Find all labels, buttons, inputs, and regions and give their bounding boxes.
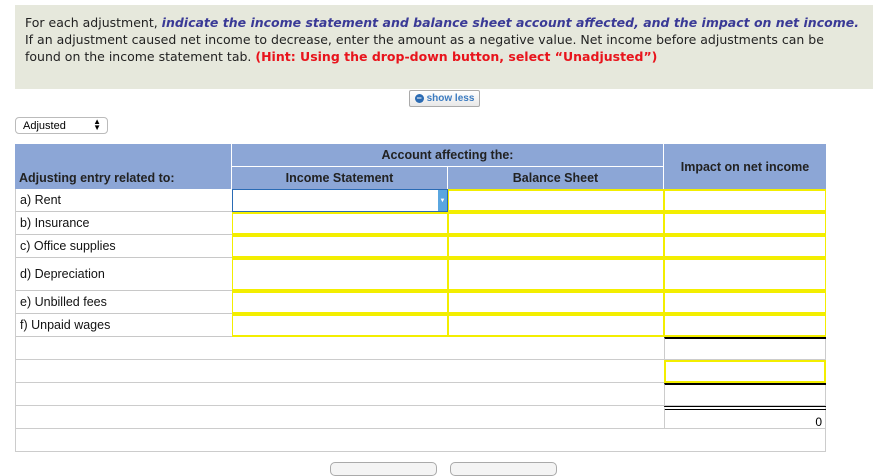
updown-arrows-icon: ▲ ▼ (93, 117, 101, 132)
balance-sheet-select[interactable] (448, 212, 664, 235)
income-statement-select[interactable] (232, 212, 448, 235)
row-label: c) Office supplies (16, 235, 232, 258)
balance-sheet-select[interactable] (448, 189, 664, 212)
balance-sheet-select[interactable] (448, 291, 664, 314)
income-statement-select[interactable]: ▼ (232, 189, 448, 212)
impact-input[interactable] (664, 212, 826, 235)
summary-row (15, 429, 826, 452)
row-label: f) Unpaid wages (16, 314, 232, 337)
summary-cell (664, 383, 826, 406)
balance-sheet-select[interactable] (448, 258, 664, 291)
show-less-button[interactable]: − show less (409, 90, 480, 107)
impact-input[interactable] (664, 314, 826, 337)
view-select-value: Adjusted (23, 120, 66, 132)
impact-input[interactable] (664, 258, 826, 291)
header-empty (15, 144, 231, 167)
header-income-statement: Income Statement (232, 167, 447, 189)
instructions-lead: For each adjustment, (25, 15, 162, 30)
income-statement-select[interactable] (232, 291, 448, 314)
show-less-label: show less (426, 93, 475, 104)
income-statement-select[interactable] (232, 314, 448, 337)
row-label: b) Insurance (16, 212, 232, 235)
header-account-affecting: Account affecting the: (232, 144, 663, 166)
income-statement-select[interactable] (232, 258, 448, 291)
next-button[interactable] (450, 462, 557, 476)
row-label: a) Rent (16, 189, 232, 212)
balance-sheet-select[interactable] (448, 235, 664, 258)
impact-input[interactable] (664, 235, 826, 258)
instructions-emphasis: indicate the income statement and balanc… (161, 15, 859, 30)
net-income-total: 0 (664, 406, 826, 429)
impact-input[interactable] (664, 189, 826, 212)
impact-input[interactable] (664, 291, 826, 314)
instructions-panel: For each adjustment, indicate the income… (15, 5, 873, 89)
row-label: d) Depreciation (16, 258, 232, 291)
income-statement-select[interactable] (232, 235, 448, 258)
header-impact: Impact on net income (664, 144, 826, 189)
minus-circle-icon: − (414, 93, 424, 103)
view-select[interactable]: Adjusted ▲ ▼ (15, 117, 108, 134)
left-border (15, 189, 16, 337)
balance-sheet-select[interactable] (448, 314, 664, 337)
instructions-hint: (Hint: Using the drop-down button, selec… (255, 49, 658, 64)
header-balance-sheet: Balance Sheet (448, 167, 663, 189)
row-label: e) Unbilled fees (16, 291, 232, 314)
header-entry: Adjusting entry related to: (15, 167, 231, 189)
summary-cell[interactable] (664, 360, 826, 383)
prev-button[interactable] (330, 462, 437, 476)
summary-cell (664, 337, 826, 360)
dropdown-arrow-icon[interactable]: ▼ (438, 190, 447, 211)
